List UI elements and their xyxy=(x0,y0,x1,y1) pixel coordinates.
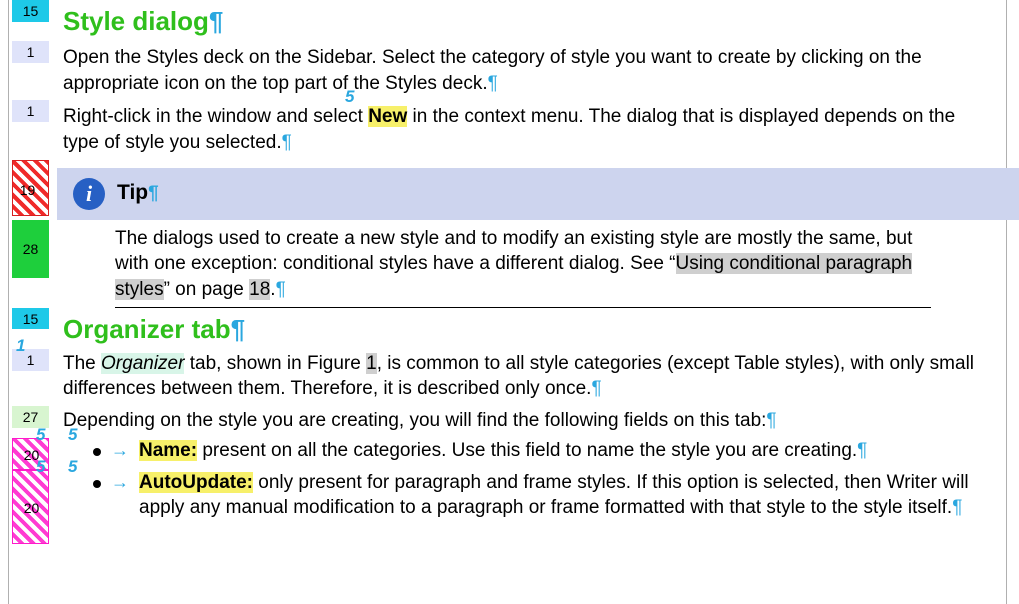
pilcrow-icon: ¶ xyxy=(857,440,867,461)
tip-heading-box: i Tip¶ xyxy=(57,168,1019,220)
paragraph: Open the Styles deck on the Sidebar. Sel… xyxy=(57,41,989,100)
list-item: → AutoUpdate: only present for paragraph… xyxy=(57,470,989,521)
bullet-icon xyxy=(93,448,101,456)
tip-body: The dialogs used to create a new style a… xyxy=(115,226,989,303)
gutter-badge: 27 xyxy=(12,406,49,428)
pilcrow-icon: ¶ xyxy=(282,132,292,153)
tip-label: Tip xyxy=(117,181,148,204)
list-item-term: Name: xyxy=(139,440,197,461)
tip-text: ” on page xyxy=(164,279,250,300)
gutter-badge: 1 xyxy=(12,349,49,371)
list-item-term: AutoUpdate: xyxy=(139,472,253,493)
tab-arrow-icon: → xyxy=(111,438,129,464)
heading-text: Organizer tab xyxy=(63,314,231,344)
highlight-new: New xyxy=(368,106,407,127)
list-item-text: present on all the categories. Use this … xyxy=(197,440,857,461)
paragraph-text: tab, shown in Figure xyxy=(184,353,366,374)
heading-text: Style dialog xyxy=(63,6,209,36)
list-item-text: only present for paragraph and frame sty… xyxy=(139,472,969,519)
gutter-badge: 28 xyxy=(12,220,49,278)
heading-organizer-tab: Organizer tab¶ xyxy=(57,308,989,349)
pilcrow-icon: ¶ xyxy=(148,183,159,204)
paragraph-text: Depending on the style you are creating,… xyxy=(63,410,766,431)
gutter-badge: 20 xyxy=(11,444,52,466)
pilcrow-icon: ¶ xyxy=(766,410,776,431)
gutter-badge: 15 xyxy=(12,0,49,22)
gutter-badge: 1 xyxy=(12,100,49,122)
heading-style-dialog: Style dialog¶ xyxy=(57,0,989,41)
gutter-badge: 19 xyxy=(9,179,46,201)
paragraph: Right-click in the window and select New… xyxy=(57,100,989,159)
list-item: → Name: present on all the categories. U… xyxy=(57,438,989,464)
pilcrow-icon: ¶ xyxy=(952,497,962,518)
paragraph-text: The xyxy=(63,353,101,374)
pilcrow-icon: ¶ xyxy=(231,314,245,344)
pilcrow-icon: ¶ xyxy=(209,6,223,36)
figure-reference[interactable]: 1 xyxy=(366,353,377,374)
info-icon: i xyxy=(73,178,105,210)
paragraph: The Organizer tab, shown in Figure 1, is… xyxy=(57,349,989,406)
paragraph: Depending on the style you are creating,… xyxy=(57,406,989,438)
gutter-badge: 1 xyxy=(12,41,49,63)
tab-arrow-icon: → xyxy=(111,470,129,521)
gutter-badge: 15 xyxy=(12,308,49,330)
pilcrow-icon: ¶ xyxy=(591,378,601,399)
paragraph-text: Right-click in the window and select xyxy=(63,106,368,127)
bullet-icon xyxy=(93,480,101,488)
pilcrow-icon: ¶ xyxy=(488,73,498,94)
pilcrow-icon: ¶ xyxy=(276,279,286,300)
page-reference[interactable]: 18 xyxy=(249,279,270,300)
gutter-badge: 20 xyxy=(11,497,52,519)
highlight-organizer: Organizer xyxy=(101,353,184,374)
